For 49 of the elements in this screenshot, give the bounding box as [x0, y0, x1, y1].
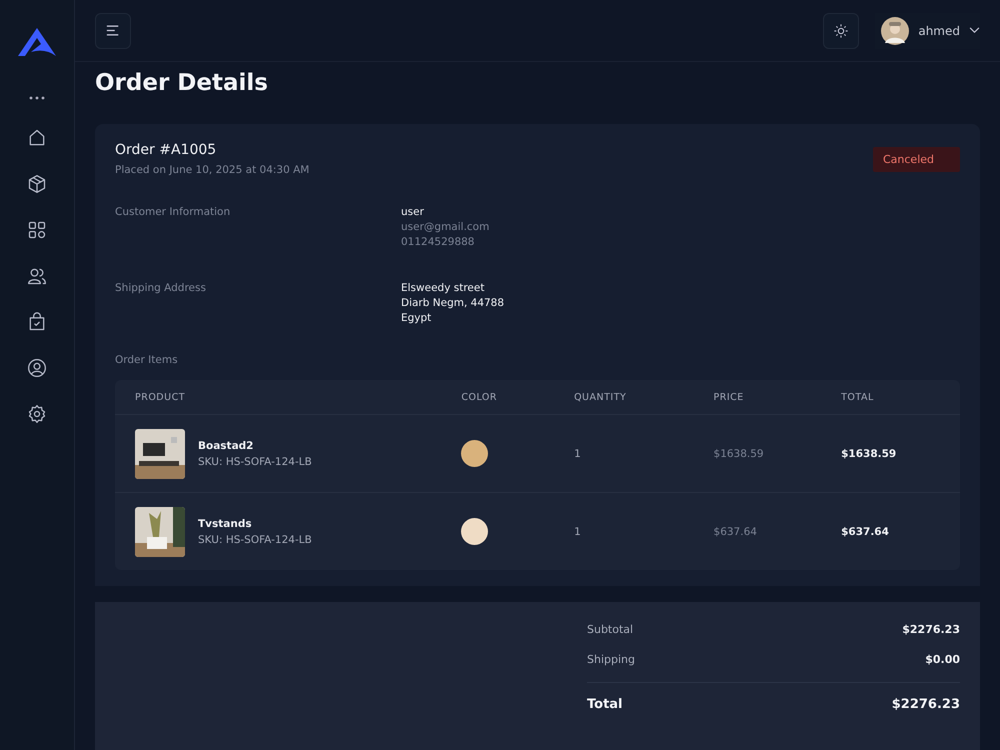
summary-value: $0.00: [925, 652, 960, 666]
column-header: QUANTITY: [574, 392, 628, 402]
customer-email: user@gmail.com: [401, 221, 490, 233]
address-line: Egypt: [401, 312, 432, 324]
total-cell-text: $637.64: [841, 526, 890, 538]
price-cell-text: $637.64: [714, 526, 758, 538]
customer-phone: 01124529888: [401, 236, 476, 248]
summary-label: Total: [587, 697, 623, 712]
address-line: Elsweedy street: [401, 282, 486, 294]
summary-label: Subtotal: [587, 622, 634, 636]
price-cell-text: $1638.59: [714, 448, 765, 460]
summary-value: $2276.23: [902, 622, 960, 636]
settings-icon[interactable]: [27, 404, 47, 424]
menu-icon: [106, 25, 120, 36]
product-sku: SKU: HS-SOFA-124-LB: [198, 534, 312, 546]
logo-icon: [17, 26, 57, 58]
shopping-bag-icon[interactable]: [27, 312, 47, 332]
summary-value: $2276.23: [892, 697, 960, 712]
customer-name: user: [401, 206, 425, 218]
status-badge: Canceled: [872, 147, 960, 172]
product-sku: SKU: HS-SOFA-124-LB: [198, 456, 312, 468]
order-title: Order #A1005: [115, 142, 218, 158]
total-cell-text: $1638.59: [841, 448, 898, 460]
column-header: PRODUCT: [135, 392, 186, 402]
theme-toggle-button[interactable]: [823, 12, 860, 48]
column-header: COLOR: [461, 392, 498, 402]
more-icon[interactable]: [29, 96, 45, 100]
product-name: Boastad2: [198, 440, 254, 452]
user-circle-icon[interactable]: [27, 358, 47, 378]
column-header: PRICE: [714, 392, 745, 402]
sun-icon: [833, 22, 850, 38]
quantity-cell-text: 1: [574, 448, 582, 460]
column-header: TOTAL: [841, 392, 875, 402]
chevron-down-icon: [969, 27, 980, 34]
box-icon[interactable]: [27, 174, 47, 194]
avatar: [881, 16, 910, 44]
address-line: Diarb Negm, 44788: [401, 297, 504, 309]
summary-label: Shipping: [587, 652, 635, 666]
menu-button[interactable]: [95, 12, 131, 48]
home-icon[interactable]: [27, 128, 47, 148]
section-label: Shipping Address: [115, 282, 207, 296]
section-label: Customer Information: [115, 206, 232, 220]
users-icon[interactable]: [27, 266, 47, 286]
product-name: Tvstands: [198, 518, 253, 530]
section-label: Order Items: [115, 354, 179, 366]
grid-icon[interactable]: [27, 220, 47, 240]
quantity-cell-text: 1: [574, 526, 582, 538]
order-date: Placed on June 10, 2025 at 04:30 AM: [115, 164, 310, 176]
page-title: Order Details: [95, 70, 269, 96]
